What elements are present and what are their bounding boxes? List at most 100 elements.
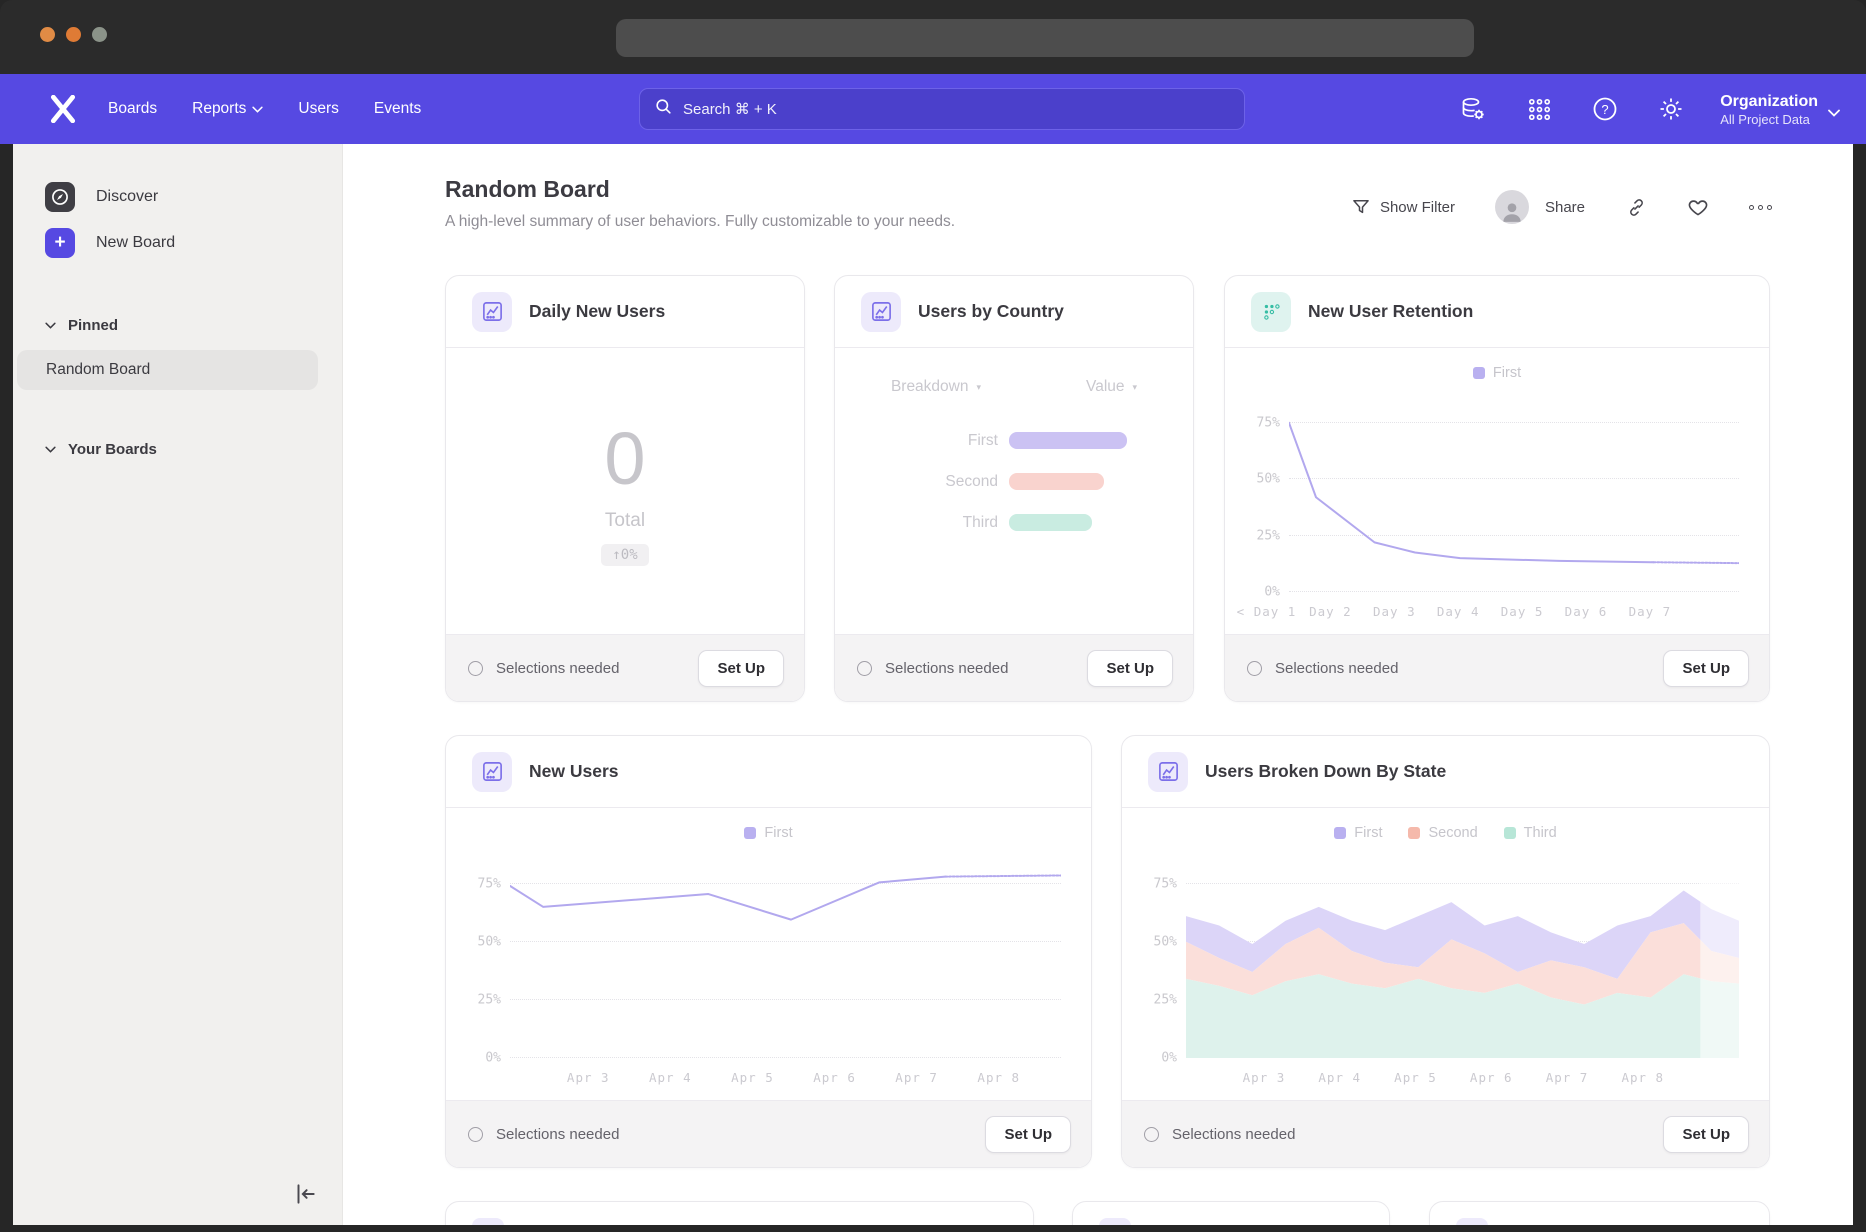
zoom-window-button[interactable] xyxy=(92,27,107,42)
collapse-sidebar-icon[interactable] xyxy=(292,1181,318,1207)
org-switcher[interactable]: Organization All Project Data xyxy=(1720,92,1840,127)
favorite-heart-icon[interactable] xyxy=(1687,196,1709,218)
x-axis-tick: Apr 5 xyxy=(731,1070,774,1085)
browser-window: Boards Reports Users Events xyxy=(0,0,1866,1225)
show-filter-button[interactable]: Show Filter xyxy=(1351,197,1455,217)
bar-third xyxy=(1009,514,1092,531)
traffic-lights xyxy=(40,27,107,42)
chart-legend: FirstSecondThird xyxy=(1122,823,1769,843)
set-up-button[interactable]: Set Up xyxy=(698,650,784,687)
nav-item-boards[interactable]: Boards xyxy=(108,100,157,118)
chevron-down-icon xyxy=(45,446,56,453)
chevron-down-icon xyxy=(1828,109,1840,117)
line-chart-icon xyxy=(472,752,512,792)
state-stacked-area-chart: 75%50%25%0% Apr 3Apr 4Apr 5Apr 6Apr 7Apr… xyxy=(1134,858,1741,1086)
y-axis-tick: 50% xyxy=(478,934,501,949)
board-header: Random Board A high-level summary of use… xyxy=(445,176,1771,231)
share-button[interactable]: Share xyxy=(1545,199,1585,216)
status-circle-icon xyxy=(468,661,483,676)
legend-item-first: First xyxy=(1473,365,1521,381)
y-axis-tick: 75% xyxy=(1154,876,1177,891)
bar-label: First xyxy=(835,432,998,450)
x-axis-tick: Apr 4 xyxy=(649,1070,692,1085)
chevron-down-icon xyxy=(45,322,56,329)
x-axis-tick: Apr 6 xyxy=(813,1070,856,1085)
bar-label: Third xyxy=(835,514,998,532)
set-up-button[interactable]: Set Up xyxy=(1087,650,1173,687)
set-up-button[interactable]: Set Up xyxy=(1663,650,1749,687)
x-axis-tick: Day 2 xyxy=(1309,604,1352,619)
x-axis-tick: Day 4 xyxy=(1437,604,1480,619)
status-selections-needed: Selections needed xyxy=(1247,660,1398,677)
card-active-users: Active Users xyxy=(1429,1201,1770,1225)
data-management-icon[interactable] xyxy=(1460,96,1486,122)
mixpanel-logo[interactable] xyxy=(50,94,78,124)
copy-link-icon[interactable] xyxy=(1625,196,1647,218)
value-dropdown[interactable]: Value▾ xyxy=(1086,378,1137,396)
y-axis-tick: 75% xyxy=(478,876,501,891)
card-stacked-line-graph: Stacked Line Graph xyxy=(445,1201,1034,1225)
bar-row-first: First xyxy=(835,420,1193,461)
sidebar-section-header-pinned[interactable]: Pinned xyxy=(45,310,342,340)
line-chart-icon xyxy=(472,1218,504,1225)
chevron-down-icon: ▾ xyxy=(1133,382,1138,393)
minimize-window-button[interactable] xyxy=(66,27,81,42)
card-users-broken-down-by-state: Users Broken Down By State FirstSecondTh… xyxy=(1121,735,1770,1168)
sidebar: Discover + New Board Pinned Random Board Y… xyxy=(13,144,343,1225)
sidebar-section: Your Boards xyxy=(13,434,342,464)
set-up-button[interactable]: Set Up xyxy=(985,1116,1071,1153)
show-filter-label: Show Filter xyxy=(1380,199,1455,216)
sidebar-section-header-your-boards[interactable]: Your Boards xyxy=(45,434,342,464)
status-circle-icon xyxy=(1247,661,1262,676)
search-input[interactable] xyxy=(683,101,1203,118)
card-title: Daily New Users xyxy=(529,301,665,322)
legend-item-second: Second xyxy=(1408,825,1477,841)
line-chart-icon xyxy=(1456,1218,1488,1225)
sidebar-item-new-board[interactable]: + New Board xyxy=(45,220,342,266)
nav-item-users[interactable]: Users xyxy=(298,100,338,118)
chart-legend: First xyxy=(1225,363,1769,383)
nav-right: ? Organization All Project Data xyxy=(1420,74,1840,144)
more-options-icon[interactable] xyxy=(1749,196,1771,218)
apps-grid-icon[interactable] xyxy=(1526,96,1552,122)
main-menu: Boards Reports Users Events xyxy=(108,100,456,118)
status-selections-needed: Selections needed xyxy=(468,660,619,677)
compass-icon xyxy=(45,182,75,212)
sidebar-item-label: Discover xyxy=(96,188,158,206)
x-axis-tick: Day 5 xyxy=(1501,604,1544,619)
line-chart-icon xyxy=(1148,752,1188,792)
chevron-down-icon: ▾ xyxy=(976,382,981,393)
sidebar-item-discover[interactable]: Discover xyxy=(45,174,342,220)
nav-item-events[interactable]: Events xyxy=(374,100,421,118)
sidebar-item-random-board[interactable]: Random Board xyxy=(17,350,318,390)
retention-chart: 75%50%25%0% < Day 1Day 2Day 3Day 4Day 5D… xyxy=(1237,398,1741,620)
avatar[interactable] xyxy=(1495,190,1529,224)
global-search[interactable] xyxy=(639,88,1245,130)
line-chart-icon xyxy=(472,292,512,332)
new-users-chart: 75%50%25%0% Apr 3Apr 4Apr 5Apr 6Apr 7Apr… xyxy=(458,858,1063,1086)
y-axis-tick: 0% xyxy=(1161,1051,1177,1066)
status-selections-needed: Selections needed xyxy=(468,1126,619,1143)
metric-label: Total xyxy=(605,510,645,532)
y-axis-tick: 75% xyxy=(1257,415,1280,430)
close-window-button[interactable] xyxy=(40,27,55,42)
set-up-button[interactable]: Set Up xyxy=(1663,1116,1749,1153)
settings-gear-icon[interactable] xyxy=(1658,96,1684,122)
sidebar-item-label: New Board xyxy=(96,234,175,252)
address-bar[interactable] xyxy=(616,19,1474,57)
users_by_state-plot xyxy=(1186,858,1739,1058)
card-new-users: New Users First 75%50%25%0% Apr 3Apr 4Ap… xyxy=(445,735,1092,1168)
line-chart-icon xyxy=(861,292,901,332)
search-icon xyxy=(654,97,673,121)
x-axis-tick: Apr 7 xyxy=(895,1070,938,1085)
x-axis-tick: Apr 3 xyxy=(1243,1070,1286,1085)
card-title: Active Users xyxy=(1502,1225,1602,1226)
bar-row-third: Third xyxy=(835,502,1193,543)
help-icon[interactable]: ? xyxy=(1592,96,1618,122)
breakdown-dropdown[interactable]: Breakdown▾ xyxy=(891,378,981,396)
nav-item-reports[interactable]: Reports xyxy=(192,100,263,118)
board-actions: Show Filter Share xyxy=(1351,190,1771,224)
funnel-icon xyxy=(1351,197,1371,217)
legend-swatch xyxy=(1334,827,1346,839)
x-axis-tick: Day 7 xyxy=(1629,604,1672,619)
